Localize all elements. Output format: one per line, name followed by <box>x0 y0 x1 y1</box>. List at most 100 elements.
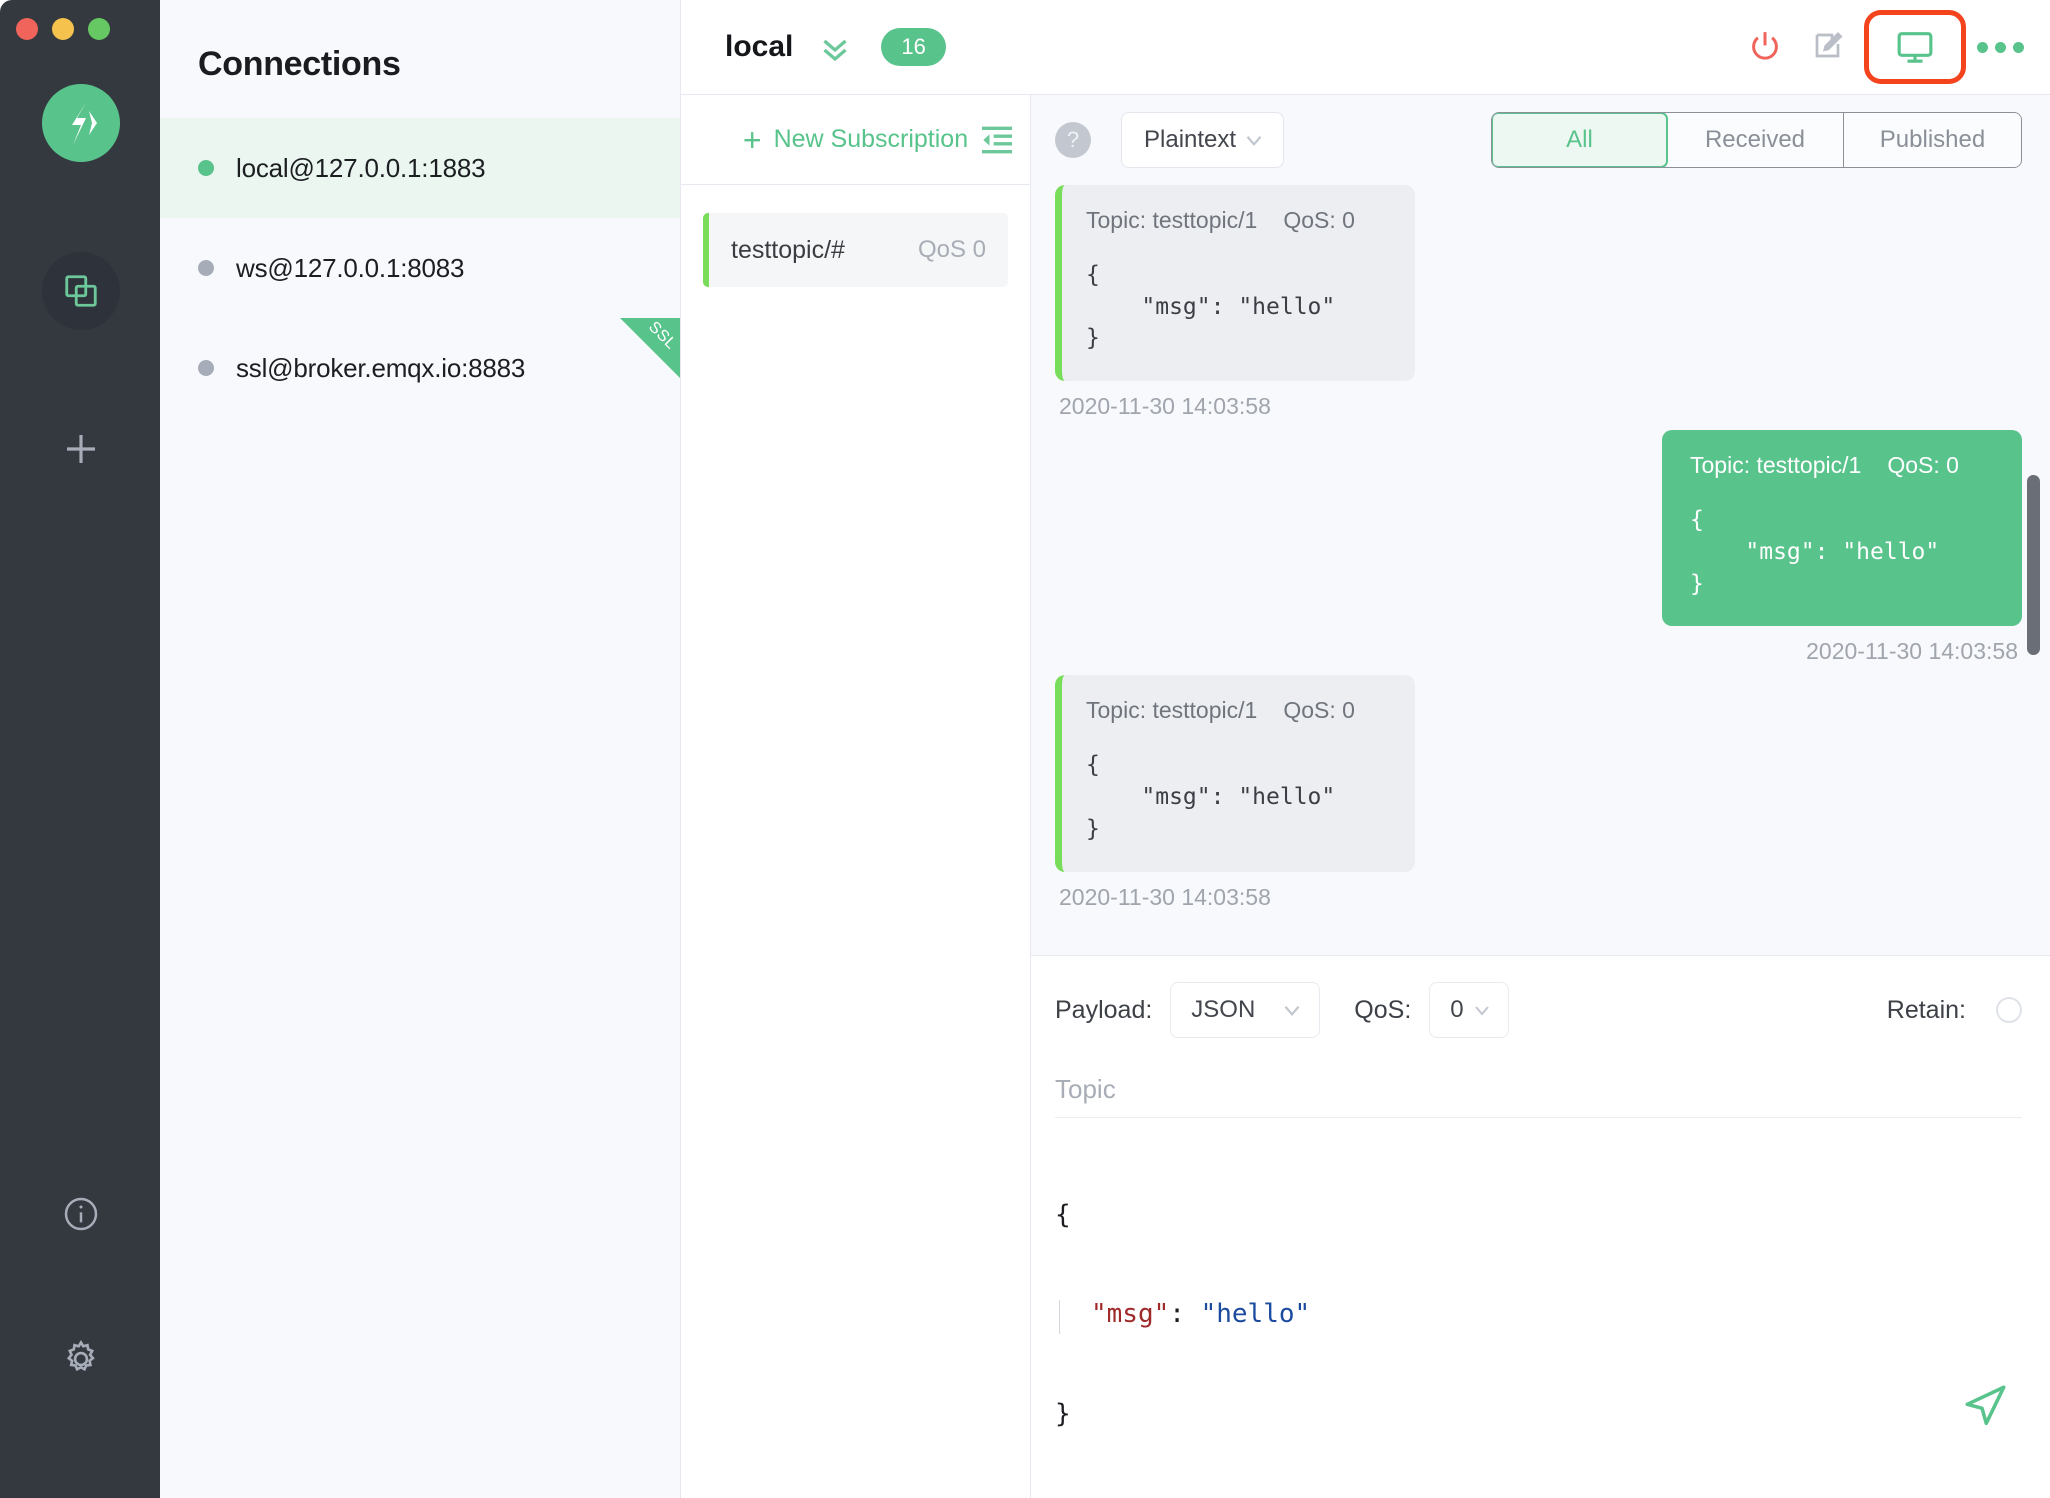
subscriptions-panel: + New Subscription testtopic/# QoS 0 <box>681 95 1031 1498</box>
payload-label: Payload: <box>1055 995 1153 1024</box>
app-logo <box>42 84 120 162</box>
more-dots-icon <box>1977 41 1988 53</box>
new-subscription-label: New Subscription <box>773 125 969 153</box>
edit-icon <box>1815 32 1843 58</box>
edit-connection-button[interactable] <box>1797 15 1861 79</box>
maximize-window-button[interactable] <box>88 18 110 40</box>
sidebar-item-connections[interactable] <box>42 252 120 330</box>
collapse-panel-button[interactable] <box>974 117 1020 163</box>
main-header: local 16 <box>681 0 2050 95</box>
editor-json-colon: : <box>1169 1299 1201 1330</box>
message-bubble-published[interactable]: Topic: testtopic/1 QoS: 0 { "msg": "hell… <box>1662 430 2022 627</box>
window-traffic-lights <box>16 18 110 40</box>
publish-payload-select[interactable]: JSON <box>1170 982 1321 1039</box>
message-qos: QoS: 0 <box>1283 207 1355 233</box>
header-toolbar <box>1733 10 2024 84</box>
double-chevron-down-icon <box>823 39 847 62</box>
message-meta: Topic: testtopic/1 QoS: 0 <box>1690 452 1994 479</box>
subscriptions-header: + New Subscription <box>681 95 1030 185</box>
power-icon <box>1752 32 1778 60</box>
send-message-button[interactable] <box>1960 1381 2010 1436</box>
main-body: + New Subscription testtopic/# QoS 0 ? P… <box>681 95 2050 1498</box>
messages-scrollbar[interactable] <box>2027 475 2040 655</box>
sidebar-item-about[interactable] <box>42 1175 120 1253</box>
connection-item-ws[interactable]: ws@127.0.0.1:8083 <box>160 218 680 318</box>
retain-label: Retain: <box>1886 995 1966 1024</box>
message-qos: QoS: 0 <box>1283 697 1355 724</box>
messages-toolbar: ? Plaintext All Received Published <box>1031 95 2050 185</box>
message-payload: { "msg": "hello" } <box>1690 507 1940 597</box>
connection-item-ssl[interactable]: ssl@broker.emqx.io:8883 SSL <box>160 318 680 418</box>
help-question-icon[interactable]: ? <box>1055 122 1091 158</box>
editor-line-3: } <box>1055 1399 1071 1430</box>
message-row: Topic: testtopic/1 QoS: 0 { "msg": "hell… <box>1055 675 2022 910</box>
editor-json-key: "msg" <box>1091 1299 1170 1330</box>
minimize-window-button[interactable] <box>52 18 74 40</box>
message-timestamp: 2020-11-30 14:03:58 <box>1059 883 1271 910</box>
connection-name: ssl@broker.emqx.io:8883 <box>236 352 526 383</box>
status-dot-disconnected <box>198 360 214 376</box>
connection-details-toggle[interactable] <box>817 29 853 65</box>
subscription-topic: testtopic/# <box>731 235 845 264</box>
send-arrow-icon <box>1965 1385 2006 1426</box>
message-row: Topic: testtopic/1 QoS: 0 { "msg": "hell… <box>1055 430 2022 665</box>
chevron-down-icon <box>1475 1006 1490 1016</box>
editor-line-1: { <box>1055 1199 1071 1230</box>
message-topic: Topic: testtopic/1 <box>1086 207 1258 233</box>
tab-received[interactable]: Received <box>1667 113 1844 167</box>
connection-name: ws@127.0.0.1:8083 <box>236 252 465 283</box>
publish-qos-select[interactable]: 0 <box>1429 982 1510 1039</box>
retain-checkbox[interactable] <box>1996 997 2022 1024</box>
messages-scroll-area[interactable]: Topic: testtopic/1 QoS: 0 { "msg": "hell… <box>1031 185 2050 955</box>
status-dot-connected <box>198 160 214 176</box>
monitor-button[interactable] <box>1864 10 1966 84</box>
message-meta: Topic: testtopic/1 QoS: 0 <box>1086 697 1387 724</box>
message-bubble-received[interactable]: Topic: testtopic/1 QoS: 0 { "msg": "hell… <box>1055 185 1415 382</box>
status-dot-disconnected <box>198 260 214 276</box>
messages-panel: ? Plaintext All Received Published Topic… <box>1031 95 2050 1498</box>
connection-name: local@127.0.0.1:1883 <box>236 152 486 183</box>
close-window-button[interactable] <box>16 18 38 40</box>
connections-title: Connections <box>198 45 401 83</box>
message-row: Topic: testtopic/1 QoS: 0 { "msg": "hell… <box>1055 185 2022 420</box>
tab-all[interactable]: All <box>1492 113 1668 167</box>
editor-line-2: "msg": "hello" <box>1055 1298 2022 1334</box>
message-timestamp: 2020-11-30 14:03:58 <box>1806 638 2018 665</box>
publish-payload-value: JSON <box>1191 996 1256 1024</box>
app-window: Connections local@127.0.0.1:1883 ws@127.… <box>0 0 2050 1498</box>
more-dots-icon <box>1995 41 2006 53</box>
message-qos: QoS: 0 <box>1887 452 1959 479</box>
sidebar-item-new-connection[interactable] <box>42 410 120 488</box>
message-topic: Topic: testtopic/1 <box>1690 452 1862 479</box>
publish-payload-editor[interactable]: { "msg": "hello" } <box>1055 1132 2022 1498</box>
subscription-qos: QoS 0 <box>917 236 986 263</box>
plus-icon <box>67 435 95 463</box>
message-payload: { "msg": "hello" } <box>1086 262 1336 352</box>
chevron-down-icon <box>1246 136 1262 146</box>
message-timestamp: 2020-11-30 14:03:58 <box>1059 393 1271 420</box>
subscription-item[interactable]: testtopic/# QoS 0 <box>703 213 1008 287</box>
left-rail <box>0 0 160 1498</box>
sidebar-item-settings[interactable] <box>42 1320 120 1398</box>
qos-label: QoS: <box>1354 995 1412 1024</box>
message-filter-group: All Received Published <box>1491 112 2022 168</box>
publish-qos-value: 0 <box>1450 996 1464 1024</box>
main-area: local 16 + New Subscription testtopic/# … <box>681 0 2050 1498</box>
publish-topic-input[interactable] <box>1055 1062 2022 1119</box>
connections-list: local@127.0.0.1:1883 ws@127.0.0.1:8083 s… <box>160 118 680 418</box>
tab-published[interactable]: Published <box>1844 113 2021 167</box>
page-title: local <box>725 30 794 63</box>
message-count-badge: 16 <box>881 28 946 66</box>
message-topic: Topic: testtopic/1 <box>1086 697 1258 724</box>
chevron-down-icon <box>1284 1006 1300 1017</box>
message-bubble-received[interactable]: Topic: testtopic/1 QoS: 0 { "msg": "hell… <box>1055 675 1415 872</box>
new-subscription-button[interactable]: + New Subscription <box>743 124 968 156</box>
connection-item-local[interactable]: local@127.0.0.1:1883 <box>160 118 680 218</box>
monitor-icon <box>1897 32 1933 63</box>
publish-options-row: Payload: JSON QoS: 0 Retain: <box>1055 982 2022 1039</box>
payload-format-select[interactable]: Plaintext <box>1121 112 1284 168</box>
subscriptions-list: testtopic/# QoS 0 <box>681 185 1030 287</box>
message-meta: Topic: testtopic/1 QoS: 0 <box>1086 207 1387 234</box>
more-options-button[interactable] <box>1969 41 2024 53</box>
disconnect-button[interactable] <box>1733 15 1797 79</box>
